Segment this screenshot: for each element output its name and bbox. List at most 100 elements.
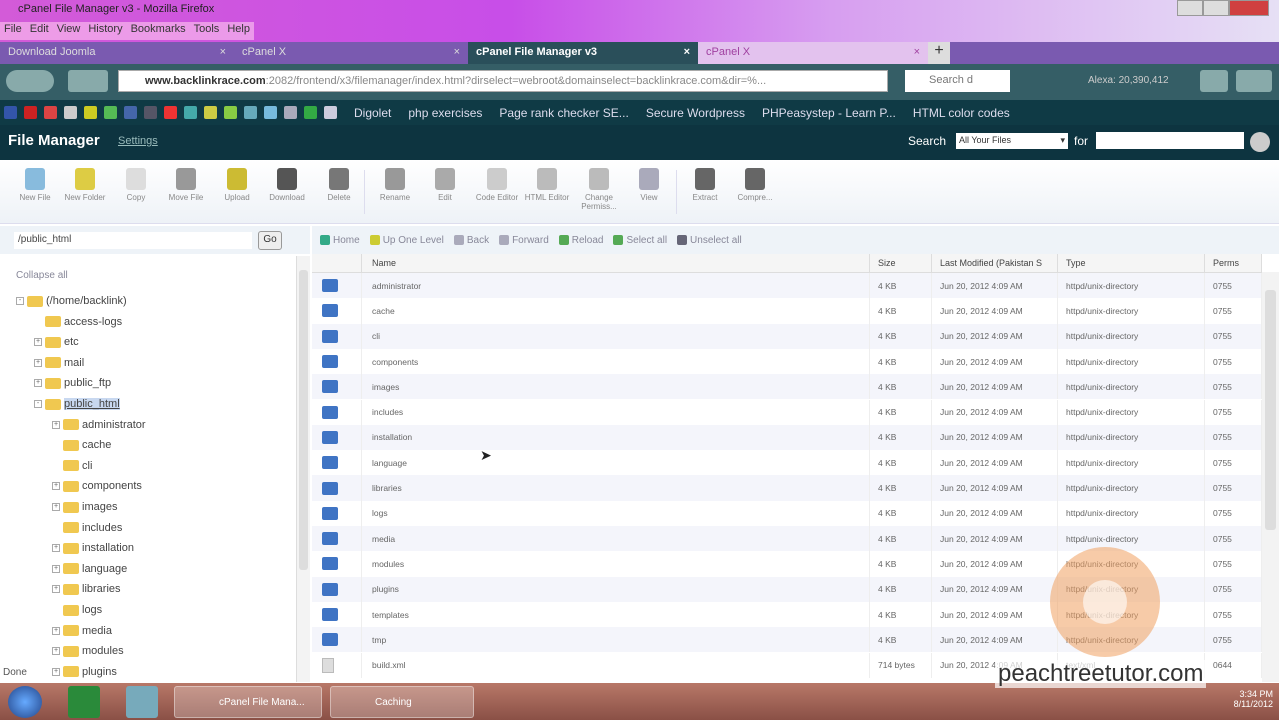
tree-node[interactable]: + public_ftp bbox=[34, 374, 111, 392]
table-row[interactable]: components 4 KB Jun 20, 2012 4:09 AM httpd/… bbox=[312, 348, 1262, 375]
bookmark-item[interactable]: HTML color codes bbox=[913, 106, 1010, 120]
settings-link[interactable]: Settings bbox=[118, 135, 158, 147]
table-row[interactable]: installation 4 KB Jun 20, 2012 4:09 AM http… bbox=[312, 424, 1262, 451]
expand-icon[interactable]: + bbox=[52, 482, 60, 491]
menu-file[interactable]: File bbox=[4, 23, 22, 39]
nav-unselect-all[interactable]: Unselect all bbox=[677, 235, 742, 246]
tree-node[interactable]: + media bbox=[52, 622, 112, 640]
expand-icon[interactable]: + bbox=[52, 420, 60, 429]
tree-node[interactable]: cache bbox=[52, 436, 111, 454]
bookmark-icon[interactable] bbox=[224, 106, 237, 119]
toolbar-code-editor-button[interactable]: Code Editor bbox=[472, 168, 522, 202]
search-go-button[interactable] bbox=[1250, 132, 1270, 152]
bookmark-icon[interactable] bbox=[24, 106, 37, 119]
tree-node[interactable]: - (/home/backlink) bbox=[16, 292, 127, 310]
toolbar-move-file-button[interactable]: Move File bbox=[161, 168, 211, 202]
new-tab-button[interactable]: + bbox=[928, 42, 950, 64]
tree-node[interactable]: + administrator bbox=[52, 416, 146, 434]
table-row[interactable]: libraries 4 KB Jun 20, 2012 4:09 AM httpd/u… bbox=[312, 475, 1262, 501]
url-bar[interactable]: www.backlinkrace.com:2082/frontend/x3/fi… bbox=[118, 70, 888, 92]
nav-select-all[interactable]: Select all bbox=[613, 235, 667, 246]
toolbar-delete-button[interactable]: Delete bbox=[314, 168, 364, 202]
bookmark-icon[interactable] bbox=[264, 106, 277, 119]
column-type[interactable]: Type bbox=[1058, 254, 1205, 272]
path-go-button[interactable]: Go bbox=[258, 231, 282, 250]
tree-node[interactable]: logs bbox=[52, 601, 102, 619]
close-button[interactable] bbox=[1229, 0, 1269, 16]
expand-icon[interactable]: + bbox=[52, 544, 60, 553]
tree-node[interactable]: access-logs bbox=[34, 313, 122, 331]
menu-history[interactable]: History bbox=[88, 23, 122, 39]
tab-0[interactable]: Download Joomla × bbox=[0, 42, 234, 64]
file-list-scrollbar[interactable] bbox=[1262, 272, 1279, 682]
tree-node[interactable]: + libraries bbox=[52, 580, 121, 598]
nav-up-one-level[interactable]: Up One Level bbox=[369, 235, 444, 246]
expand-icon[interactable]: + bbox=[34, 338, 42, 347]
path-input[interactable]: /public_html bbox=[14, 232, 252, 249]
table-row[interactable]: cache 4 KB Jun 20, 2012 4:09 AM httpd/unix-… bbox=[312, 298, 1262, 324]
start-button[interactable] bbox=[8, 686, 42, 718]
history-button[interactable] bbox=[68, 70, 108, 92]
bookmark-item[interactable]: PHPeasystep - Learn P... bbox=[762, 106, 896, 120]
menu-tools[interactable]: Tools bbox=[194, 23, 220, 39]
expand-icon[interactable]: + bbox=[34, 379, 42, 388]
table-row[interactable]: includes 4 KB Jun 20, 2012 4:09 AM httpd/un… bbox=[312, 399, 1262, 425]
tree-node[interactable]: + mail bbox=[34, 354, 84, 372]
bookmark-icon[interactable] bbox=[304, 106, 317, 119]
addon-button[interactable] bbox=[1236, 70, 1272, 92]
expand-icon[interactable]: + bbox=[52, 564, 60, 573]
tab-2[interactable]: cPanel File Manager v3 × bbox=[468, 42, 698, 64]
bookmark-icon[interactable] bbox=[204, 106, 217, 119]
expand-icon[interactable]: + bbox=[52, 585, 60, 594]
bookmark-icon[interactable] bbox=[324, 106, 337, 119]
minimize-button[interactable] bbox=[1177, 0, 1203, 16]
bookmark-icon[interactable] bbox=[124, 106, 137, 119]
nav-home[interactable]: Home bbox=[320, 235, 360, 246]
nav-back[interactable]: Back bbox=[453, 235, 489, 246]
table-row[interactable]: language 4 KB Jun 20, 2012 4:09 AM httpd/un… bbox=[312, 450, 1262, 476]
bookmark-icon[interactable] bbox=[64, 106, 77, 119]
close-icon[interactable]: × bbox=[684, 46, 690, 60]
column-perms[interactable]: Perms bbox=[1205, 254, 1262, 272]
bookmark-item[interactable]: Page rank checker SE... bbox=[499, 106, 628, 120]
menu-help[interactable]: Help bbox=[227, 23, 250, 39]
tree-node[interactable]: + plugins bbox=[52, 663, 117, 681]
column-name[interactable]: Name bbox=[362, 254, 870, 272]
expand-icon[interactable]: + bbox=[34, 358, 42, 367]
collapse-icon[interactable]: - bbox=[16, 297, 24, 305]
maximize-button[interactable] bbox=[1203, 0, 1229, 16]
tree-node[interactable]: + images bbox=[52, 498, 117, 516]
tree-node[interactable]: + language bbox=[52, 560, 127, 578]
column-size[interactable]: Size bbox=[870, 254, 932, 272]
expand-icon[interactable]: + bbox=[52, 647, 60, 656]
taskbar-pinned-app[interactable] bbox=[68, 686, 100, 718]
close-icon[interactable]: × bbox=[914, 46, 920, 60]
expand-icon[interactable]: + bbox=[52, 667, 60, 676]
bookmark-icon[interactable] bbox=[44, 106, 57, 119]
tree-scrollbar[interactable] bbox=[296, 256, 310, 682]
expand-icon[interactable]: + bbox=[52, 626, 60, 635]
nav-forward[interactable]: Forward bbox=[499, 235, 549, 246]
bookmark-icon[interactable] bbox=[284, 106, 297, 119]
toolbar-html-editor-button[interactable]: HTML Editor bbox=[522, 168, 572, 202]
bookmark-item[interactable]: Secure Wordpress bbox=[646, 106, 745, 120]
bookmark-icon[interactable] bbox=[184, 106, 197, 119]
close-icon[interactable]: × bbox=[220, 46, 226, 60]
expand-icon[interactable]: + bbox=[52, 503, 60, 511]
tree-node[interactable]: includes bbox=[52, 519, 122, 537]
table-row[interactable]: administrator 4 KB Jun 20, 2012 4:09 AM htt… bbox=[312, 273, 1262, 299]
column-last-modified[interactable]: Last Modified (Pakistan S bbox=[932, 254, 1058, 272]
tree-node[interactable]: + components bbox=[52, 477, 142, 495]
bookmark-icon[interactable] bbox=[84, 106, 97, 119]
toolbar-new-file-button[interactable]: New File bbox=[10, 168, 60, 202]
bookmark-item[interactable]: php exercises bbox=[408, 106, 482, 120]
bookmark-icon[interactable] bbox=[164, 106, 177, 119]
close-icon[interactable]: × bbox=[454, 46, 460, 60]
bookmark-icon[interactable] bbox=[104, 106, 117, 119]
search-scope-select[interactable]: All Your Files ▾ bbox=[956, 133, 1068, 149]
toolbar-extract-button[interactable]: Extract bbox=[680, 168, 730, 202]
toolbar-upload-button[interactable]: Upload bbox=[212, 168, 262, 202]
tree-node[interactable]: + etc bbox=[34, 333, 79, 351]
toolbar-download-button[interactable]: Download bbox=[262, 168, 312, 202]
taskbar-pinned-app[interactable] bbox=[126, 686, 158, 718]
